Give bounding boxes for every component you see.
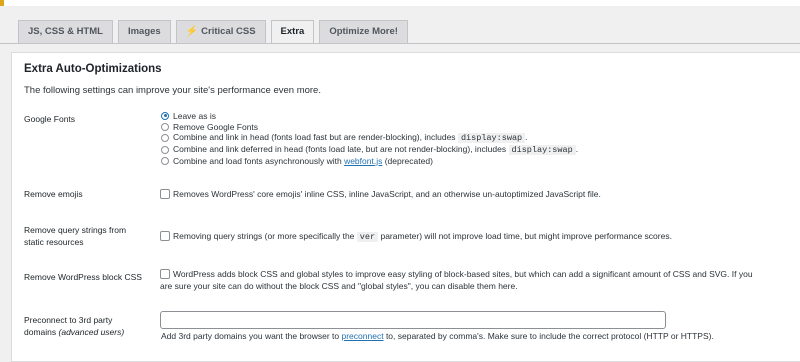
remove-query-strings-label: Remove query strings from static resourc…: [24, 224, 126, 248]
label-line: Remove query strings from: [24, 225, 127, 235]
help-text-end: to, separated by comma's. Make sure to i…: [385, 331, 714, 341]
remove-block-css-checkbox[interactable]: [160, 269, 170, 279]
option-label: Combine and link deferred in head (fonts…: [173, 144, 578, 155]
tab-label: Extra: [280, 26, 305, 37]
remove-query-strings-checkbox[interactable]: [160, 231, 170, 241]
option-label: Remove Google Fonts: [173, 121, 259, 132]
tab-label: Critical CSS: [201, 26, 256, 37]
google-fonts-option-leave[interactable]: Leave as is: [161, 110, 216, 121]
code-ver: ver: [356, 232, 379, 242]
option-text: Combine and link in head (fonts load fas…: [173, 132, 456, 142]
tab-label: Optimize More!: [329, 26, 398, 37]
tab-js-css-html[interactable]: JS, CSS & HTML: [18, 20, 113, 43]
remove-block-css-description: WordPress adds block CSS and global styl…: [160, 268, 753, 292]
option-text-end: .: [525, 132, 528, 142]
google-fonts-option-combine-deferred[interactable]: Combine and link deferred in head (fonts…: [161, 144, 578, 155]
radio-button[interactable]: [161, 133, 169, 142]
label-line: domains (advanced users): [24, 326, 124, 338]
option-label: Leave as is: [173, 110, 216, 121]
tab-label: JS, CSS & HTML: [28, 26, 103, 37]
webfont-js-link[interactable]: webfont.js: [344, 156, 382, 166]
lightning-bolt-icon: ⚡: [185, 26, 199, 37]
help-text: Add 3rd party domains you want the brows…: [161, 331, 340, 341]
preconnect-link[interactable]: preconnect: [342, 331, 384, 341]
google-fonts-option-async[interactable]: Combine and load fonts asynchronously wi…: [161, 155, 433, 166]
remove-emojis-checkbox[interactable]: [160, 189, 170, 199]
tabs-divider: [0, 43, 800, 44]
preconnect-label: Preconnect to 3rd party domains (advance…: [24, 314, 124, 338]
description-text-end: parameter) will not improve load time, b…: [380, 231, 672, 241]
option-text: Combine and link deferred in head (fonts…: [173, 144, 507, 154]
google-fonts-option-remove[interactable]: Remove Google Fonts: [161, 121, 258, 132]
google-fonts-label: Google Fonts: [24, 114, 76, 124]
description-line: WordPress adds block CSS and global styl…: [173, 269, 753, 279]
code-display-swap: display:swap: [508, 145, 576, 155]
remove-emojis-description: Removes WordPress' core emojis' inline C…: [173, 189, 601, 199]
code-display-swap: display:swap: [457, 133, 526, 143]
label-line: static resources: [24, 237, 84, 247]
top-notice-bar: [0, 0, 800, 6]
label-line: Preconnect to 3rd party: [24, 315, 113, 325]
remove-emojis-label: Remove emojis: [24, 189, 83, 199]
preconnect-help-text: Add 3rd party domains you want the brows…: [161, 331, 714, 341]
option-text-end: (deprecated): [384, 155, 433, 166]
tab-optimize-more[interactable]: Optimize More!: [319, 20, 408, 43]
option-label: Combine and link in head (fonts load fas…: [173, 132, 528, 143]
remove-block-css-label: Remove WordPress block CSS: [24, 272, 142, 282]
description-text: Removing query strings (or more specific…: [173, 231, 355, 241]
tab-critical-css[interactable]: ⚡ Critical CSS: [175, 20, 266, 43]
preconnect-domains-input[interactable]: [160, 311, 666, 329]
label-emphasis: (advanced users): [58, 327, 125, 337]
tab-label: Images: [127, 26, 161, 37]
radio-button[interactable]: [161, 145, 169, 154]
panel-title: Extra Auto-Optimizations: [24, 63, 162, 75]
radio-button[interactable]: [161, 156, 169, 165]
option-text: Combine and load fonts asynchronously wi…: [173, 155, 342, 166]
description-line: are sure your site can do without the bl…: [160, 281, 518, 291]
option-label: Combine and load fonts asynchronously wi…: [173, 156, 433, 166]
option-text-end: .: [575, 144, 579, 154]
radio-button[interactable]: [161, 122, 169, 131]
panel-subtitle: The following settings can improve your …: [24, 85, 321, 96]
google-fonts-option-combine-head[interactable]: Combine and link in head (fonts load fas…: [161, 132, 528, 143]
tab-extra[interactable]: Extra: [270, 20, 315, 44]
label-text: domains: [24, 327, 57, 337]
remove-query-strings-description: Removing query strings (or more specific…: [173, 230, 672, 243]
radio-button[interactable]: [161, 111, 169, 120]
settings-tabs: JS, CSS & HTML Images ⚡ Critical CSS Ext…: [18, 20, 413, 44]
tab-images[interactable]: Images: [117, 20, 171, 43]
